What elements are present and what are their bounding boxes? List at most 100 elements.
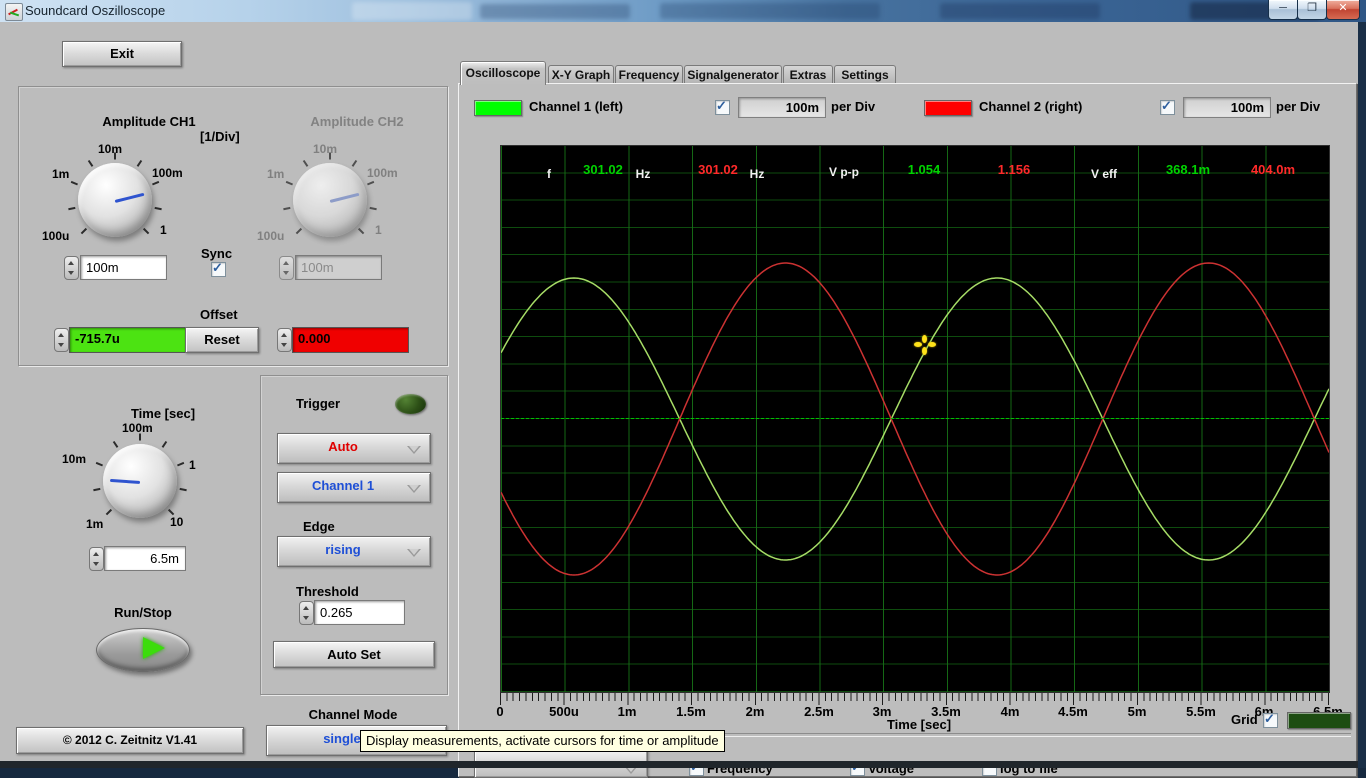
zero-line bbox=[501, 418, 1329, 419]
offset-reset-button[interactable]: Reset bbox=[185, 327, 259, 353]
run-stop-button[interactable] bbox=[96, 628, 190, 672]
offset-ch1-value[interactable]: -715.7u bbox=[69, 327, 186, 353]
time-stepper[interactable] bbox=[89, 547, 104, 571]
hz-label: Hz bbox=[749, 167, 765, 181]
knob-needle bbox=[329, 192, 360, 203]
window-title: Soundcard Oszilloscope bbox=[25, 3, 166, 18]
amplitude-ch1-title: Amplitude CH1 bbox=[102, 114, 196, 129]
knob-scale-label: 100m bbox=[152, 166, 183, 180]
tab-oscilloscope[interactable]: Oscilloscope bbox=[460, 61, 546, 85]
channel2-color-swatch bbox=[924, 100, 972, 116]
amplitude-ch1-knob[interactable] bbox=[68, 152, 162, 237]
oscilloscope-tab-page: Channel 1 (left) 100m per Div Channel 2 … bbox=[458, 83, 1357, 778]
close-button[interactable]: ✕ bbox=[1326, 0, 1360, 20]
tab-frequency[interactable]: Frequency bbox=[615, 65, 683, 84]
grid-label: Grid bbox=[1231, 712, 1258, 727]
channel1-color-swatch bbox=[474, 100, 522, 116]
channel1-enable-checkbox[interactable] bbox=[715, 98, 730, 115]
tab-extras[interactable]: Extras bbox=[783, 65, 833, 84]
amplitude-ch2-knob[interactable] bbox=[283, 152, 377, 237]
x-tick-label: 5.5m bbox=[1186, 704, 1216, 719]
trigger-source-value: Channel 1 bbox=[311, 478, 375, 493]
hz-label: Hz bbox=[635, 167, 651, 181]
knob-scale-label: 10m bbox=[313, 142, 338, 156]
copyright-button[interactable]: © 2012 C. Zeitnitz V1.41 bbox=[16, 727, 244, 754]
channel2-label: Channel 2 (right) bbox=[979, 99, 1083, 114]
threshold-stepper[interactable] bbox=[299, 601, 314, 625]
edge-label: Edge bbox=[303, 519, 335, 534]
knob-scale-label: 10m bbox=[62, 452, 87, 466]
tab-settings[interactable]: Settings bbox=[834, 65, 896, 84]
minimize-button[interactable]: ─ bbox=[1268, 0, 1298, 20]
offset-ch1-stepper[interactable] bbox=[54, 328, 69, 352]
run-stop-label: Run/Stop bbox=[114, 605, 172, 620]
background-tab-ghost bbox=[480, 4, 630, 19]
oscilloscope-display[interactable]: f 301.02 Hz 301.02 Hz V p-p 1.054 1.156 … bbox=[500, 145, 1330, 693]
chevron-down-icon bbox=[407, 484, 421, 493]
app-icon bbox=[5, 3, 23, 21]
grid-color-swatch[interactable] bbox=[1287, 712, 1351, 729]
trigger-source-dropdown[interactable]: Channel 1 bbox=[277, 472, 431, 503]
background-tab-ghost bbox=[940, 3, 1100, 19]
knob-needle bbox=[109, 478, 141, 484]
knob-scale-label: 1 bbox=[189, 458, 196, 472]
tooltip: Display measurements, activate cursors f… bbox=[360, 730, 725, 752]
background-tab-ghost bbox=[352, 2, 472, 20]
background-tab-ghost bbox=[660, 3, 880, 19]
threshold-label: Threshold bbox=[296, 584, 359, 599]
knob-scale-label: 1m bbox=[267, 167, 285, 181]
knob-scale-label: 100m bbox=[122, 421, 153, 435]
desktop-edge bbox=[0, 761, 1358, 768]
vpp-label: V p-p bbox=[829, 165, 859, 179]
ch2-vpp-value: 1.156 bbox=[997, 162, 1031, 177]
channel2-enable-checkbox[interactable] bbox=[1160, 98, 1175, 115]
trigger-title: Trigger bbox=[296, 396, 341, 411]
x-tick-label: 2m bbox=[745, 704, 765, 719]
tab-xy-graph[interactable]: X-Y Graph bbox=[548, 65, 614, 84]
channel1-per-div-value[interactable]: 100m bbox=[738, 97, 826, 118]
exit-button[interactable]: Exit bbox=[62, 41, 182, 67]
channel-mode-label: Channel Mode bbox=[308, 707, 398, 722]
auto-set-button[interactable]: Auto Set bbox=[273, 641, 435, 668]
channel2-per-div-value[interactable]: 100m bbox=[1183, 97, 1271, 118]
x-tick-label: 4.5m bbox=[1058, 704, 1088, 719]
trigger-mode-dropdown[interactable]: Auto bbox=[277, 433, 431, 464]
main-panel: Exit Amplitude CH1 [1/Div] Amplitude CH2… bbox=[0, 22, 1358, 778]
time-knob[interactable] bbox=[93, 433, 187, 518]
grid-checkbox[interactable] bbox=[1263, 711, 1278, 728]
time-value[interactable]: 6.5m bbox=[104, 546, 186, 571]
tab-signalgenerator[interactable]: Signalgenerator bbox=[684, 65, 782, 84]
threshold-value[interactable]: 0.265 bbox=[314, 600, 405, 625]
trigger-mode-value: Auto bbox=[328, 439, 358, 454]
amplitude-ch1-stepper[interactable] bbox=[64, 256, 79, 280]
channel2-per-div-label: per Div bbox=[1276, 99, 1321, 114]
sync-label: Sync bbox=[201, 246, 233, 261]
knob-scale-label: 100u bbox=[257, 229, 285, 243]
maximize-button[interactable]: ❐ bbox=[1297, 0, 1327, 20]
x-tick-label: 5m bbox=[1127, 704, 1147, 719]
per-div-unit-label: [1/Div] bbox=[200, 129, 240, 144]
trigger-edge-dropdown[interactable]: rising bbox=[277, 536, 431, 567]
channel1-per-div-label: per Div bbox=[831, 99, 876, 114]
sync-checkbox[interactable] bbox=[211, 260, 226, 277]
time-title: Time [sec] bbox=[130, 406, 196, 421]
knob-scale-label: 100u bbox=[42, 229, 70, 243]
amplitude-ch1-value[interactable]: 100m bbox=[80, 255, 167, 280]
knob-scale-label: 10m bbox=[98, 142, 123, 156]
desktop-edge bbox=[1358, 22, 1366, 768]
trigger-led bbox=[395, 394, 426, 414]
x-tick-label: 2.5m bbox=[804, 704, 834, 719]
channel1-label: Channel 1 (left) bbox=[529, 99, 623, 114]
amplitude-ch2-stepper[interactable] bbox=[279, 256, 294, 280]
knob-scale-label: 10 bbox=[170, 515, 184, 529]
knob-scale-label: 1 bbox=[160, 223, 167, 237]
x-tick-label: 0 bbox=[496, 704, 504, 719]
waveform-traces bbox=[501, 262, 1329, 576]
knob-scale-label: 100m bbox=[367, 166, 398, 180]
screen: Soundcard Oszilloscope ─ ❐ ✕ Exit Amplit… bbox=[0, 0, 1366, 778]
amplitude-ch2-value[interactable]: 100m bbox=[295, 255, 382, 280]
offset-ch2-value[interactable]: 0.000 bbox=[292, 327, 409, 353]
knob-scale-label: 1m bbox=[86, 517, 104, 531]
offset-ch2-stepper[interactable] bbox=[277, 328, 292, 352]
knob-needle bbox=[114, 192, 145, 203]
